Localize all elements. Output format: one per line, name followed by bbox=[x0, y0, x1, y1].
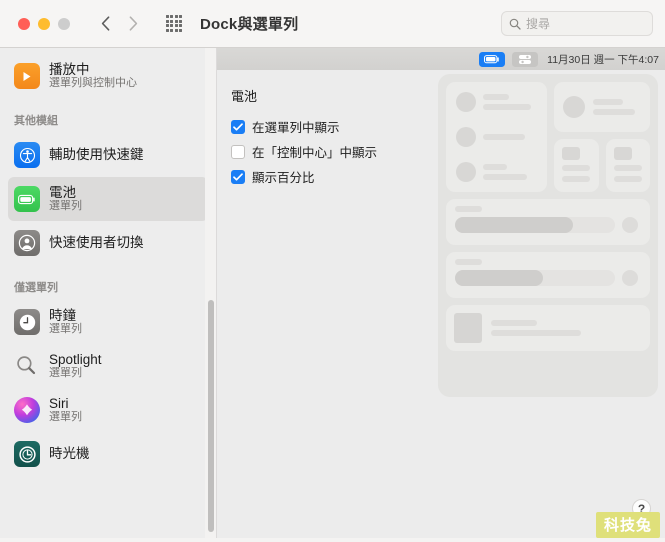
sidebar-item-sublabel: 選單列 bbox=[49, 323, 82, 336]
preview-toggle-item bbox=[456, 127, 537, 147]
sidebar-item-label: 電池 bbox=[49, 184, 76, 200]
checkbox-show-in-control-center[interactable] bbox=[231, 144, 245, 159]
panel-title: 電池 bbox=[231, 89, 258, 104]
show-all-button[interactable] bbox=[164, 14, 184, 34]
sidebar-item-sublabel: 選單列 bbox=[49, 411, 82, 424]
system-preferences-window: Dock與選單列 搜尋 播放中 選單列與控制中心 其他模組 輔助使用快速鍵 電池… bbox=[0, 0, 665, 542]
sidebar-item-sublabel: 選單列與控制中心 bbox=[49, 77, 137, 90]
time-machine-icon bbox=[14, 441, 40, 467]
sidebar-item-label: 輔助使用快速鍵 bbox=[49, 147, 144, 163]
back-button[interactable] bbox=[94, 13, 116, 35]
preview-slider-tile bbox=[446, 199, 650, 245]
menubar-datetime: 11月30日 週一 下午4:07 bbox=[547, 53, 659, 66]
search-icon bbox=[509, 18, 521, 30]
checkbox-label: 顯示百分比 bbox=[252, 171, 315, 185]
titlebar: Dock與選單列 搜尋 bbox=[0, 0, 665, 48]
page-title: Dock與選單列 bbox=[200, 16, 299, 33]
menubar-battery-icon[interactable] bbox=[479, 51, 506, 67]
zoom-button[interactable] bbox=[58, 17, 70, 30]
sidebar-item-label: 時鐘 bbox=[49, 307, 76, 323]
sidebar-item-label: Siri bbox=[49, 395, 69, 411]
preview-toggle-item bbox=[456, 92, 537, 112]
clock-icon bbox=[14, 309, 40, 335]
sidebar-item-label: 時光機 bbox=[49, 446, 90, 462]
sidebar-scrollbar[interactable] bbox=[205, 48, 216, 542]
sidebar-item-sublabel: 選單列 bbox=[49, 367, 82, 380]
checkbox-label: 在「控制中心」中顯示 bbox=[252, 146, 378, 160]
traffic-lights bbox=[18, 17, 70, 30]
preview-toggles-card bbox=[446, 82, 547, 192]
sidebar-item-fast-user-switching[interactable]: 快速使用者切換 bbox=[8, 221, 208, 265]
watermark-badge: 科技兔 bbox=[595, 512, 660, 538]
search-field[interactable]: 搜尋 bbox=[501, 11, 653, 36]
sidebar-item-now-playing[interactable]: 播放中 選單列與控制中心 bbox=[8, 54, 208, 98]
menubar-preview-strip: 11月30日 週一 下午4:07 bbox=[217, 48, 665, 70]
sidebar[interactable]: 播放中 選單列與控制中心 其他模組 輔助使用快速鍵 電池 選單列 快速使用者切換… bbox=[0, 48, 217, 542]
preview-small-tile bbox=[605, 139, 650, 192]
accessibility-icon bbox=[14, 142, 40, 168]
minimize-button[interactable] bbox=[38, 17, 50, 30]
checkbox-show-percentage[interactable] bbox=[231, 169, 245, 184]
sidebar-item-siri[interactable]: Siri 選單列 bbox=[8, 388, 208, 432]
preview-wide-tile bbox=[554, 82, 650, 132]
siri-icon bbox=[14, 397, 40, 423]
preview-slider-tile bbox=[446, 252, 650, 298]
navigation-buttons bbox=[94, 13, 144, 35]
user-switch-icon bbox=[14, 230, 40, 256]
checkbox-show-in-menubar[interactable] bbox=[231, 119, 245, 134]
control-center-preview bbox=[438, 74, 658, 397]
checkbox-label: 在選單列中顯示 bbox=[252, 121, 340, 135]
sidebar-item-label: 播放中 bbox=[49, 61, 90, 77]
preview-toggle-item bbox=[456, 162, 537, 182]
preview-media-tile bbox=[446, 305, 650, 351]
sidebar-item-accessibility[interactable]: 輔助使用快速鍵 bbox=[8, 133, 208, 177]
sidebar-group-header-other: 其他模組 bbox=[14, 115, 58, 127]
checkbox-row-show-in-control-center[interactable]: 在「控制中心」中顯示 bbox=[231, 139, 377, 164]
sidebar-item-spotlight[interactable]: Spotlight 選單列 bbox=[8, 344, 208, 388]
sidebar-group-header-menubar-only: 僅選單列 bbox=[14, 282, 58, 294]
preview-small-tile bbox=[554, 139, 599, 192]
window-bottom-edge bbox=[0, 538, 665, 542]
sidebar-item-label: 快速使用者切換 bbox=[49, 235, 144, 251]
scrollbar-thumb[interactable] bbox=[208, 300, 214, 532]
checkbox-row-show-percentage[interactable]: 顯示百分比 bbox=[231, 164, 377, 189]
sidebar-item-time-machine[interactable]: 時光機 bbox=[8, 432, 208, 476]
battery-options-list: 在選單列中顯示 在「控制中心」中顯示 顯示百分比 bbox=[231, 114, 377, 189]
close-button[interactable] bbox=[18, 17, 30, 30]
search-placeholder: 搜尋 bbox=[526, 17, 551, 31]
checkbox-row-show-in-menubar[interactable]: 在選單列中顯示 bbox=[231, 114, 377, 139]
sidebar-item-sublabel: 選單列 bbox=[49, 200, 82, 213]
forward-button[interactable] bbox=[122, 13, 144, 35]
sidebar-item-label: Spotlight bbox=[49, 351, 102, 367]
spotlight-icon bbox=[14, 353, 40, 379]
menubar-control-center-icon[interactable] bbox=[512, 51, 539, 67]
battery-icon bbox=[14, 186, 40, 212]
sidebar-item-battery[interactable]: 電池 選單列 bbox=[8, 177, 208, 221]
sidebar-item-clock[interactable]: 時鐘 選單列 bbox=[8, 300, 208, 344]
content-pane: 11月30日 週一 下午4:07 電池 在選單列中顯示 在「控制中心」中顯示 顯… bbox=[217, 48, 665, 542]
show-all-grid-icon bbox=[165, 15, 183, 32]
now-playing-icon bbox=[14, 63, 40, 89]
